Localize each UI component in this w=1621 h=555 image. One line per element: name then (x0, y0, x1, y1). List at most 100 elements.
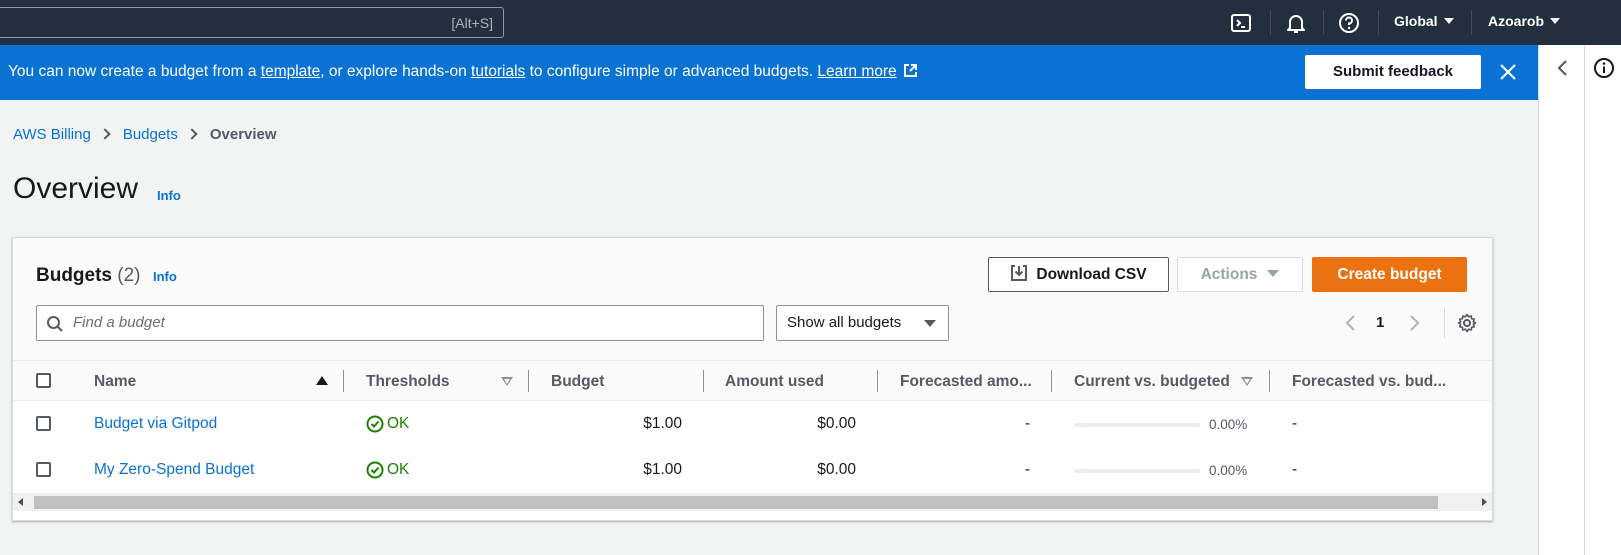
column-current-vs-budgeted[interactable]: Current vs. budgeted (1074, 373, 1230, 391)
column-resizer[interactable] (877, 370, 878, 392)
download-csv-label: Download CSV (1036, 266, 1147, 283)
sort-icon[interactable] (501, 377, 513, 386)
budgets-header: Budgets (2) Info Download CSV Actions Cr… (13, 238, 1492, 360)
budgets-title: Budgets (2) (36, 265, 141, 287)
cloudshell-icon[interactable] (1230, 12, 1252, 34)
top-navigation: [Alt+S] Global Azoarob (0, 0, 1621, 45)
notifications-icon[interactable] (1285, 12, 1307, 34)
actions-label: Actions (1200, 266, 1258, 283)
column-budget[interactable]: Budget (551, 373, 604, 391)
info-banner: You can now create a budget from a templ… (0, 45, 1538, 100)
horizontal-scrollbar[interactable] (13, 494, 1492, 511)
region-selector[interactable]: Global (1394, 13, 1454, 29)
actions-dropdown[interactable]: Actions (1177, 257, 1303, 292)
budgets-title-text: Budgets (36, 265, 112, 286)
sort-ascending-icon[interactable] (316, 376, 328, 385)
nav-divider (1323, 10, 1324, 35)
amount-used: $0.00 (817, 415, 856, 432)
search-shortcut-hint: [Alt+S] (451, 15, 493, 31)
template-link[interactable]: template (261, 63, 320, 80)
budget-name-link[interactable]: Budget via Gitpod (94, 415, 217, 433)
scroll-right-icon[interactable] (1482, 498, 1487, 506)
scrollbar-thumb[interactable] (34, 496, 1438, 509)
column-name[interactable]: Name (94, 373, 136, 391)
banner-text-2: , or explore hands-on (320, 63, 472, 80)
create-budget-button[interactable]: Create budget (1312, 257, 1467, 292)
table-row: My Zero-Spend Budget OK $1.00 $0.00 - 0.… (13, 447, 1492, 494)
tutorials-link[interactable]: tutorials (471, 63, 525, 80)
budget-filter-select[interactable]: Show all budgets (776, 305, 949, 341)
breadcrumb-overview: Overview (209, 126, 277, 143)
submit-feedback-button[interactable]: Submit feedback (1305, 55, 1481, 89)
download-icon (1011, 265, 1028, 281)
status-ok-icon (366, 461, 384, 479)
amount-used: $0.00 (817, 461, 856, 478)
column-amount-used[interactable]: Amount used (725, 373, 824, 391)
scroll-left-icon[interactable] (18, 498, 23, 506)
status-ok-icon (366, 415, 384, 433)
nav-divider (1270, 10, 1271, 35)
pagination-prev-icon[interactable] (1343, 314, 1359, 332)
pager-divider (1444, 308, 1445, 338)
forecasted-amount: - (1024, 415, 1030, 432)
search-icon (47, 316, 63, 332)
nav-divider (1471, 10, 1472, 35)
budget-name-link[interactable]: My Zero-Spend Budget (94, 461, 254, 479)
sort-icon[interactable] (1241, 377, 1253, 386)
chevron-down-icon (1443, 18, 1454, 24)
pagination-page[interactable]: 1 (1376, 314, 1384, 331)
row-checkbox[interactable] (36, 462, 51, 477)
chevron-left-icon[interactable] (1556, 59, 1568, 77)
banner-message: You can now create a budget from a templ… (8, 63, 918, 81)
column-resizer[interactable] (703, 370, 704, 392)
banner-text-3: to configure simple or advanced budgets. (525, 63, 818, 80)
help-icon[interactable] (1338, 12, 1360, 34)
page-info-link[interactable]: Info (157, 188, 181, 203)
column-forecasted-amount[interactable]: Forecasted amo... (900, 373, 1032, 391)
table-row: Budget via Gitpod OK $1.00 $0.00 - 0.00%… (13, 401, 1492, 448)
breadcrumb-aws-billing[interactable]: AWS Billing (13, 126, 91, 143)
table-header: Name Thresholds Budget Amount used Forec… (13, 360, 1492, 401)
progress-bar (1074, 423, 1200, 427)
threshold-status: OK (387, 415, 410, 432)
banner-text-1: You can now create a budget from a (8, 63, 261, 80)
user-label: Azoarob (1488, 13, 1544, 29)
learn-more-link[interactable]: Learn more (817, 63, 896, 80)
current-vs-budgeted-percent: 0.00% (1209, 417, 1248, 432)
panel-divider (1584, 45, 1585, 555)
gear-icon[interactable] (1457, 313, 1477, 333)
close-icon[interactable] (1497, 61, 1519, 83)
nav-divider (1378, 10, 1379, 35)
progress-bar (1074, 469, 1200, 473)
budgets-count: (2) (117, 265, 141, 286)
column-resizer[interactable] (1269, 370, 1270, 392)
global-search-input[interactable]: [Alt+S] (0, 7, 504, 38)
chevron-right-icon (186, 128, 198, 140)
column-forecasted-vs-budgeted[interactable]: Forecasted vs. bud... (1292, 373, 1446, 391)
column-resizer[interactable] (1051, 370, 1052, 392)
external-link-icon (903, 64, 917, 77)
find-budget-input[interactable]: Find a budget (36, 305, 764, 341)
breadcrumb-budgets[interactable]: Budgets (123, 126, 178, 143)
download-csv-button[interactable]: Download CSV (988, 257, 1169, 292)
row-checkbox[interactable] (36, 416, 51, 431)
info-icon[interactable] (1593, 57, 1615, 79)
region-label: Global (1394, 13, 1438, 29)
chevron-down-icon (1550, 18, 1560, 24)
chevron-down-icon (1267, 270, 1280, 277)
forecasted-vs-budgeted: - (1292, 415, 1298, 432)
page-title: Overview (13, 172, 139, 205)
column-resizer[interactable] (528, 370, 529, 392)
chevron-down-icon (924, 320, 936, 327)
select-all-checkbox[interactable] (36, 373, 51, 388)
breadcrumb: AWS Billing Budgets Overview (13, 126, 277, 143)
budgets-table-container: Budgets (2) Info Download CSV Actions Cr… (12, 237, 1493, 521)
budgets-info-link[interactable]: Info (153, 269, 177, 284)
pagination-next-icon[interactable] (1406, 314, 1422, 332)
user-menu[interactable]: Azoarob (1488, 13, 1560, 29)
threshold-status: OK (387, 461, 410, 478)
budget-amount: $1.00 (643, 461, 682, 478)
current-vs-budgeted-percent: 0.00% (1209, 463, 1248, 478)
column-thresholds[interactable]: Thresholds (366, 373, 450, 391)
column-resizer[interactable] (343, 370, 344, 392)
